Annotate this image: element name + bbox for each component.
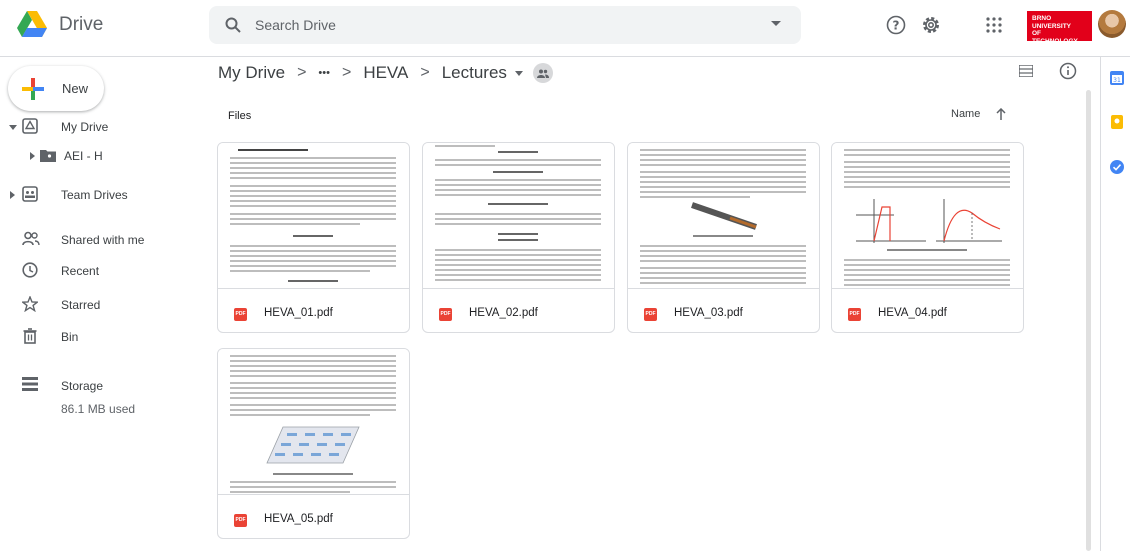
search-icon[interactable] [225,17,241,33]
sidebar-item-label: AEI - H [64,149,103,163]
sidebar-item-bin[interactable]: Bin [0,324,200,350]
pdf-icon: PDF [234,514,247,527]
file-name: HEVA_04.pdf [878,307,947,319]
file-thumbnail [423,143,614,289]
breadcrumb-heva[interactable]: HEVA [363,63,408,83]
collapse-arrow-icon[interactable] [9,125,17,130]
drive-logo[interactable]: Drive [17,11,103,38]
file-name: HEVA_03.pdf [674,307,743,319]
apps-grid-icon[interactable] [983,14,1005,36]
account-avatar[interactable] [1098,10,1126,38]
file-card-heva-04[interactable]: PDF HEVA_04.pdf [831,142,1024,333]
file-thumbnail [218,143,409,289]
sidebar-item-label: Storage [61,379,104,393]
sidebar-item-label: Recent [61,264,100,278]
file-name: HEVA_05.pdf [264,513,333,525]
file-thumbnail [628,143,819,289]
svg-text:?: ? [893,19,900,33]
sidebar-item-label: Team Drives [61,188,128,202]
star-icon [22,296,38,312]
sidebar-item-my-drive[interactable]: My Drive [0,114,200,140]
drive-logo-icon [17,11,47,37]
help-icon[interactable]: ? [885,14,907,36]
sidebar-item-team-drives[interactable]: Team Drives [0,182,200,208]
sidebar-item-label: Shared with me [61,233,145,247]
top-bar: Drive ? BRNO UNIVERSITY OF TECHNOLOGY [0,0,1130,57]
storage-used-text: 86.1 MB used [61,402,136,416]
search-options-icon[interactable] [771,21,781,26]
folder-menu-caret-icon[interactable] [514,70,523,76]
sidebar-item-starred[interactable]: Starred [0,292,200,318]
file-thumbnail [218,349,409,495]
tasks-icon[interactable] [1110,160,1124,174]
breadcrumb-my-drive[interactable]: My Drive [218,63,285,83]
file-card-heva-01[interactable]: PDF HEVA_01.pdf [217,142,410,333]
list-view-icon[interactable] [1019,65,1033,77]
file-name: HEVA_01.pdf [264,307,333,319]
file-card-heva-02[interactable]: PDF HEVA_02.pdf [422,142,615,333]
sort-label: Name [951,108,981,120]
svg-text:31: 31 [1113,77,1121,84]
file-card-heva-05[interactable]: PDF HEVA_05.pdf [217,348,410,539]
info-icon[interactable] [1059,62,1077,80]
new-button[interactable]: New [8,66,104,111]
search-box[interactable] [209,6,801,44]
arrow-up-icon[interactable] [996,108,1006,120]
scrollbar[interactable] [1086,90,1091,551]
breadcrumb: My Drive > ••• > HEVA > Lectures [218,63,553,83]
team-drives-icon [22,186,38,202]
sidebar-item-label: Starred [61,298,101,312]
breadcrumb-separator: > [420,64,430,81]
breadcrumb-separator: > [341,64,352,81]
new-button-label: New [62,81,89,96]
main-content: My Drive > ••• > HEVA > Lectures Files N… [200,57,1100,551]
sidebar-item-storage[interactable]: Storage [0,373,200,399]
keep-icon[interactable] [1110,115,1124,129]
storage-icon [22,377,38,391]
breadcrumb-separator: > [297,64,307,81]
people-icon [22,231,40,246]
app-name: Drive [59,13,104,35]
file-card-heva-03[interactable]: PDF HEVA_03.pdf [627,142,820,333]
pdf-icon: PDF [234,308,247,321]
shared-folder-icon [40,150,56,162]
files-section-label: Files [228,110,252,122]
search-input[interactable] [255,17,735,33]
expand-arrow-icon[interactable] [30,152,35,160]
settings-icon[interactable] [920,14,942,36]
clock-icon [22,262,38,278]
expand-arrow-icon[interactable] [10,191,15,199]
sidebar-item-aei-h[interactable]: AEI - H [0,143,200,169]
sidebar-item-label: My Drive [61,120,109,134]
sidebar: New My Drive AEI - H Team Drives Shared … [0,57,200,551]
university-logo[interactable]: BRNO UNIVERSITY OF TECHNOLOGY [1027,11,1092,45]
my-drive-icon [22,118,38,134]
sort-by-name[interactable]: Name [951,108,1006,120]
sidebar-item-shared-with-me[interactable]: Shared with me [0,227,200,253]
calendar-icon[interactable]: 31 [1110,71,1124,85]
shared-folder-people-icon[interactable] [532,63,553,83]
pdf-icon: PDF [848,308,861,321]
pdf-icon: PDF [439,308,452,321]
sidebar-item-label: Bin [61,330,79,344]
breadcrumb-lectures[interactable]: Lectures [442,63,507,83]
plus-icon [22,77,44,100]
sidebar-item-recent[interactable]: Recent [0,258,200,284]
trash-icon [23,328,37,344]
file-name: HEVA_02.pdf [469,307,538,319]
pdf-icon: PDF [644,308,657,321]
breadcrumb-more[interactable]: ••• [318,67,330,79]
file-thumbnail [832,143,1023,289]
side-panel: 31 [1100,57,1130,551]
